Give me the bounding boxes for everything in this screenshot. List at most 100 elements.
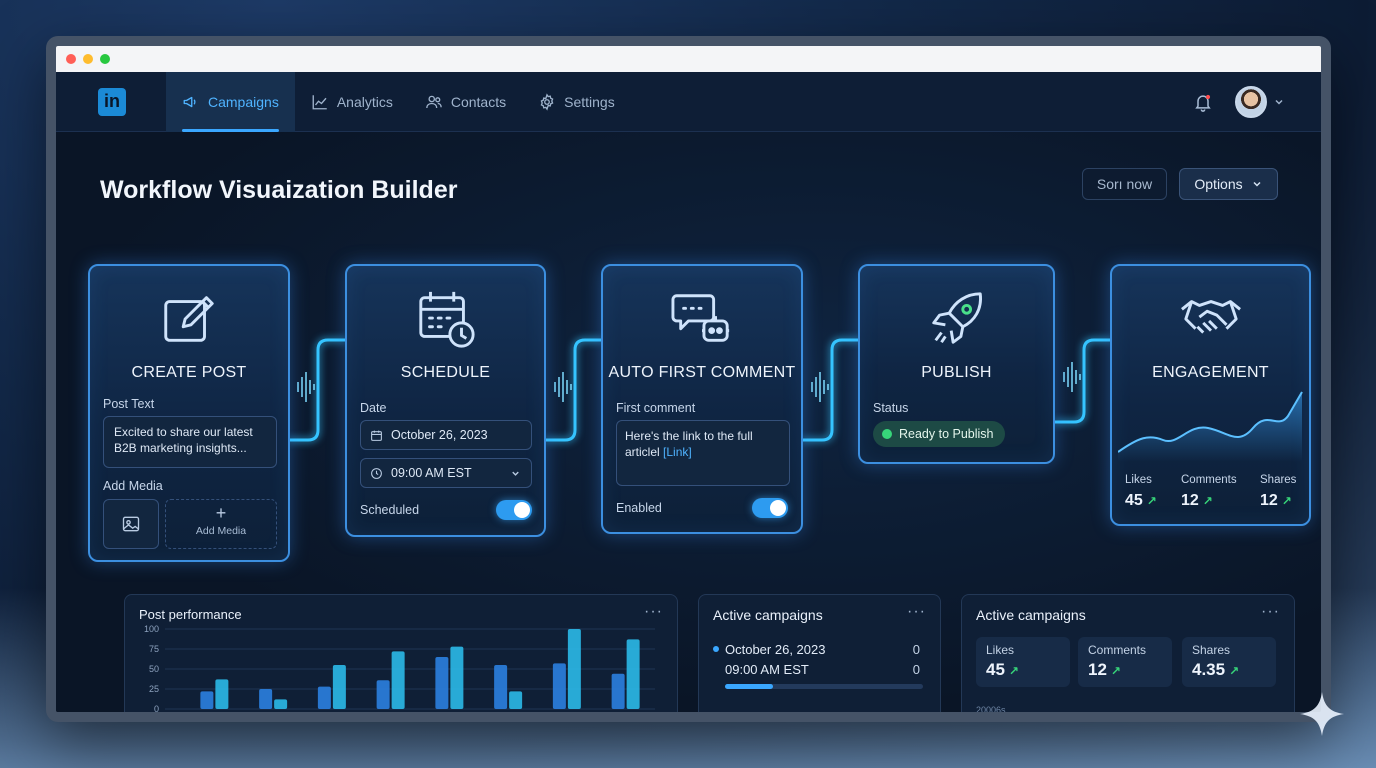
mini-trend-line (1022, 707, 1284, 722)
sort-now-button[interactable]: Sorı now (1082, 168, 1167, 200)
x-tick-label: Thu (500, 714, 516, 722)
first-comment-field[interactable]: Here's the link to the full articlel [Li… (616, 420, 790, 486)
bar-series-2[interactable] (332, 665, 346, 709)
comments-stat: Comments 12 ↗ (1078, 637, 1172, 687)
minimize-window-button[interactable] (83, 54, 93, 64)
bell-icon[interactable] (1193, 92, 1213, 112)
status-dot (882, 429, 892, 439)
campaign-dot (713, 646, 719, 652)
active-campaigns-panel-1: Active campaigns ··· October 26, 2023 0 … (698, 594, 941, 712)
add-media-button-label: Add Media (195, 525, 247, 537)
bar-series-1[interactable] (611, 673, 625, 709)
tab-campaigns[interactable]: Campaigns (166, 71, 295, 132)
add-media-button[interactable]: + Add Media (165, 499, 277, 549)
maximize-window-button[interactable] (100, 54, 110, 64)
workflow-canvas: Workflow Visuaization Builder Sorı now O… (56, 132, 1321, 712)
active-campaigns-title: Active campaigns (976, 607, 1086, 623)
sparkle-icon (1300, 692, 1344, 736)
auto-comment-card[interactable]: AUTO FIRST COMMENT First comment Here's … (601, 264, 803, 534)
enabled-toggle[interactable] (752, 498, 788, 518)
bar-series-1[interactable] (259, 689, 273, 709)
bar-series-2[interactable] (509, 691, 523, 709)
y-tick-label: 75 (149, 644, 159, 654)
tab-campaigns-label: Campaigns (208, 93, 279, 110)
campaign-progress-fill (725, 684, 773, 689)
trend-up-icon: ↗ (1146, 494, 1157, 508)
bar-series-1[interactable] (435, 657, 449, 709)
shares-stat: Shares 4.35 ↗ (1182, 637, 1276, 687)
edit-icon (164, 296, 214, 342)
options-label: Options (1194, 176, 1243, 192)
nav-right (1193, 72, 1285, 132)
bar-series-1[interactable] (376, 680, 390, 709)
post-performance-title: Post performance (139, 607, 242, 622)
handshake-icon (1180, 300, 1241, 334)
publish-card[interactable]: PUBLISH Status Ready to Publish (858, 264, 1055, 464)
top-nav: in Campaigns Analytics Contacts Settings (56, 71, 1321, 132)
campaign-time-count: 0 (912, 662, 920, 677)
date-field[interactable]: October 26, 2023 (360, 420, 532, 450)
time-select[interactable]: 09:00 AM EST (360, 458, 532, 488)
comments-stat-value: 12 (1088, 660, 1107, 679)
chat-bot-icon (671, 294, 730, 342)
campaign-date: October 26, 2023 (725, 642, 826, 657)
bar-series-1[interactable] (317, 686, 331, 709)
bar-series-2[interactable] (626, 639, 640, 709)
bar-series-2[interactable] (391, 651, 405, 709)
campaign-date-count: 0 (912, 642, 920, 657)
post-text-field[interactable]: Excited to share our latest B2B marketin… (103, 416, 277, 468)
engagement-card[interactable]: ENGAGEMENT Likes 45 ↗ Comments 12 ↗ Shares… (1110, 264, 1311, 526)
status-value: Ready to Publish (899, 427, 994, 441)
shares-stat-value: 4.35 (1192, 660, 1226, 679)
tab-contacts[interactable]: Contacts (409, 72, 522, 132)
y-tick-label: 0 (154, 704, 159, 714)
comment-link[interactable]: [Link] (663, 445, 692, 459)
linkedin-logo[interactable]: in (98, 87, 126, 116)
options-button[interactable]: Options (1179, 168, 1278, 200)
bar-series-2[interactable] (215, 679, 229, 709)
add-media-label: Add Media (103, 479, 163, 493)
create-post-card[interactable]: CREATE POST Post Text Excited to share o… (88, 264, 290, 562)
active-campaigns-title: Active campaigns (713, 607, 823, 623)
avatar[interactable] (1235, 86, 1267, 118)
x-tick-label: Wed (440, 714, 458, 722)
trend-up-icon: ↗ (1229, 664, 1240, 678)
tab-settings[interactable]: Settings (522, 72, 631, 132)
bar-series-1[interactable] (200, 691, 214, 709)
bar-series-1[interactable] (494, 665, 508, 709)
rocket-icon (931, 292, 982, 344)
shares-stat-value-wrap: 4.35 ↗ (1192, 660, 1239, 680)
bar-series-1[interactable] (552, 663, 566, 709)
media-thumbnail[interactable] (103, 499, 159, 549)
shares-metric: 12 ↗ (1260, 492, 1292, 510)
comments-metric: 12 ↗ (1181, 492, 1213, 510)
gear-icon (540, 92, 554, 111)
likes-value: 45 (1125, 492, 1143, 509)
more-icon[interactable]: ··· (1261, 603, 1280, 621)
title-bar (56, 46, 1321, 72)
shares-label: Shares (1260, 474, 1297, 486)
more-icon[interactable]: ··· (907, 603, 926, 621)
image-icon (122, 516, 140, 532)
connector-4 (1054, 338, 1112, 424)
scheduled-toggle[interactable] (496, 500, 532, 520)
megaphone-icon (183, 96, 196, 107)
more-icon[interactable]: ··· (644, 603, 663, 621)
calendar-icon (371, 430, 382, 441)
comments-label: Comments (1181, 474, 1237, 486)
bar-series-2[interactable] (567, 629, 581, 709)
close-window-button[interactable] (66, 54, 76, 64)
bar-series-2[interactable] (274, 699, 288, 709)
x-tick-label: Tue (383, 714, 398, 722)
tab-analytics[interactable]: Analytics (295, 72, 409, 132)
trend-up-icon: ↗ (1008, 664, 1019, 678)
engagement-area-chart (1118, 391, 1303, 462)
schedule-card[interactable]: SCHEDULE Date October 26, 2023 09:00 AM … (345, 264, 546, 537)
bar-series-2[interactable] (450, 646, 464, 709)
user-menu[interactable] (1235, 86, 1285, 118)
connector-3 (802, 338, 860, 442)
comments-stat-label: Comments (1088, 643, 1147, 657)
users-icon (426, 95, 442, 108)
tab-settings-label: Settings (564, 93, 615, 110)
likes-stat-value: 45 (986, 660, 1005, 679)
